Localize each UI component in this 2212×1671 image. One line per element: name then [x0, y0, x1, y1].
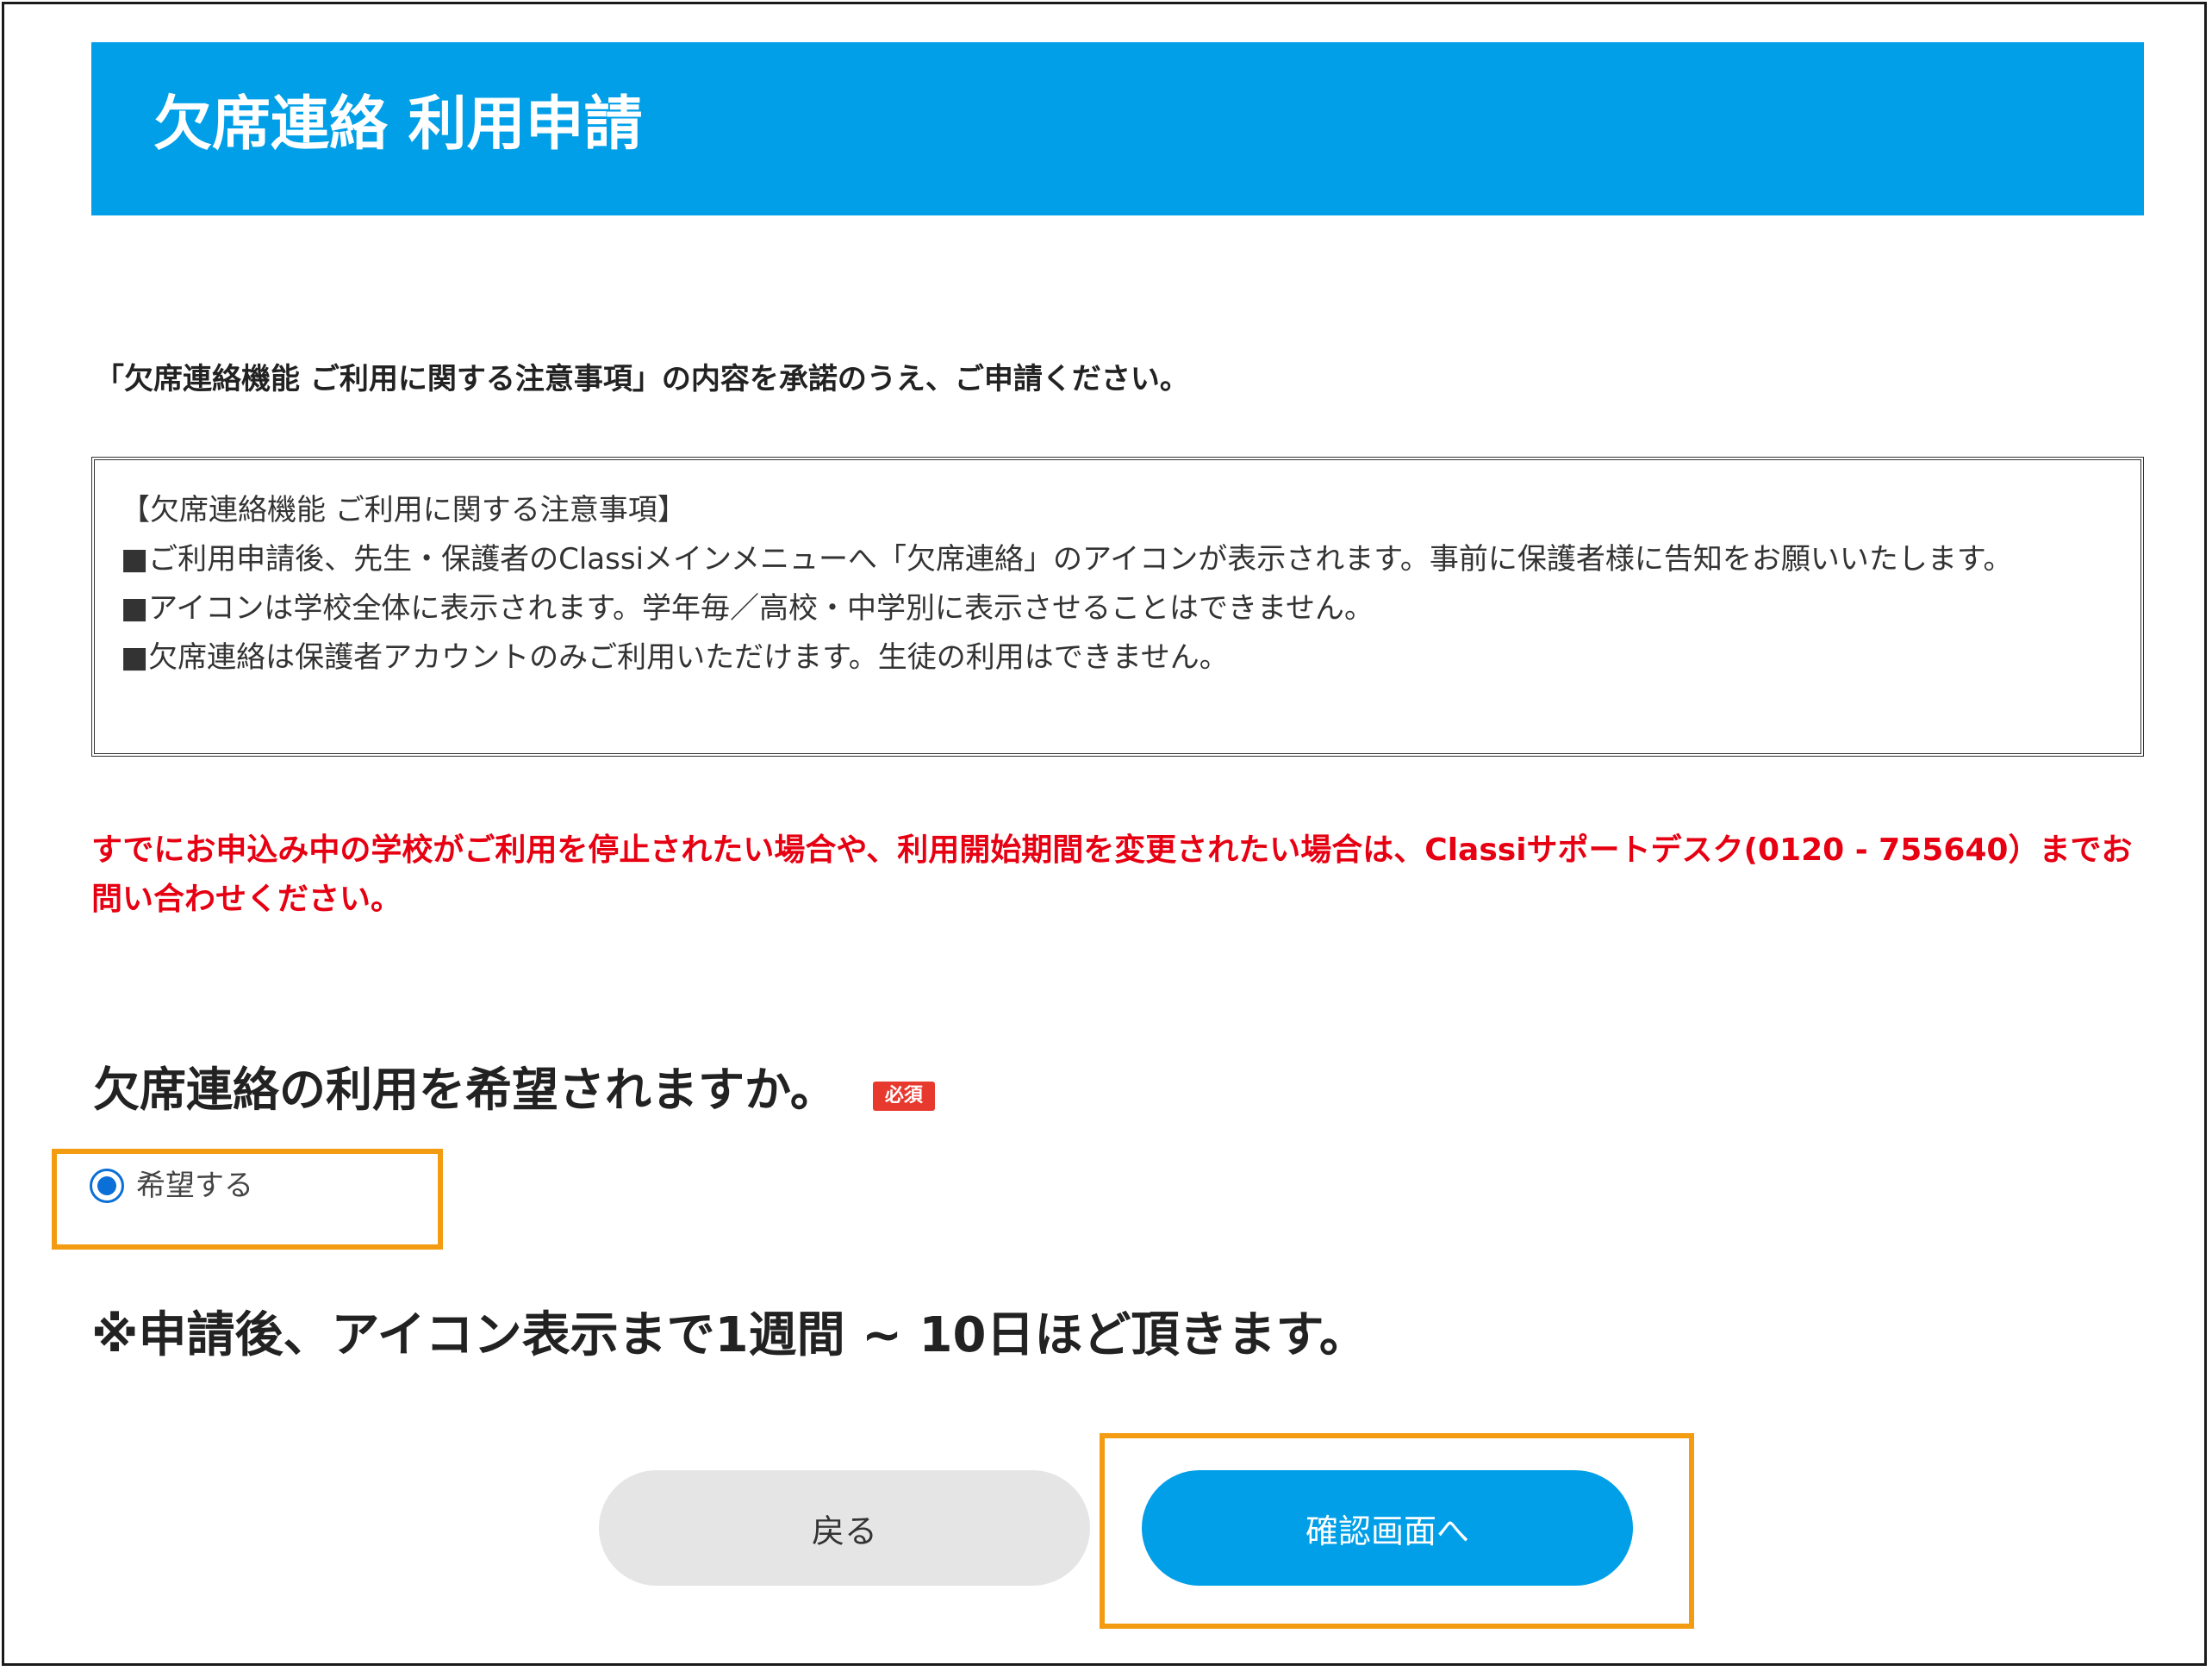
notice-item: ■ご利用申請後、先生・保護者のClassiメインメニューへ「欠席連絡」のアイコン…: [121, 542, 2013, 577]
support-desk-note: すでにお申込み中の学校がご利用を停止されたい場合や、利用開始期間を変更されたい場…: [91, 832, 2133, 917]
question-label: 欠席連絡の利用を希望されますか。: [93, 1063, 837, 1117]
processing-time-note: ※申請後、アイコン表示まで1週間 ~ 10日ほど頂きます。: [91, 1307, 1368, 1363]
page-header: 欠席連絡 利用申請: [91, 42, 2144, 215]
radio-option-label: 希望する: [136, 1169, 253, 1203]
radio-option-wish[interactable]: 希望する: [90, 1169, 253, 1203]
intro-text: 「欠席連絡機能 ご利用に関する注意事項」の内容を承諾のうえ、ご申請ください。: [95, 362, 1189, 396]
radio-button[interactable]: [90, 1169, 124, 1203]
usage-question: 欠席連絡の利用を希望されますか。 必須: [93, 1067, 935, 1113]
notice-item: ■欠席連絡は保護者アカウントのみご利用いただけます。生徒の利用はできません。: [121, 640, 1229, 675]
back-button[interactable]: 戻る: [599, 1470, 1090, 1586]
radio-selected-dot: [97, 1176, 116, 1195]
page-title: 欠席連絡 利用申請: [153, 90, 643, 159]
notice-box: 【欠席連絡機能 ご利用に関する注意事項】 ■ご利用申請後、先生・保護者のClas…: [91, 457, 2144, 757]
notice-item: ■アイコンは学校全体に表示されます。学年毎／高校・中学別に表示させることはできま…: [121, 591, 1374, 626]
notice-heading: 【欠席連絡機能 ご利用に関する注意事項】: [121, 493, 687, 527]
required-badge: 必須: [872, 1081, 935, 1112]
confirm-screen-button[interactable]: 確認画面へ: [1142, 1470, 1633, 1586]
